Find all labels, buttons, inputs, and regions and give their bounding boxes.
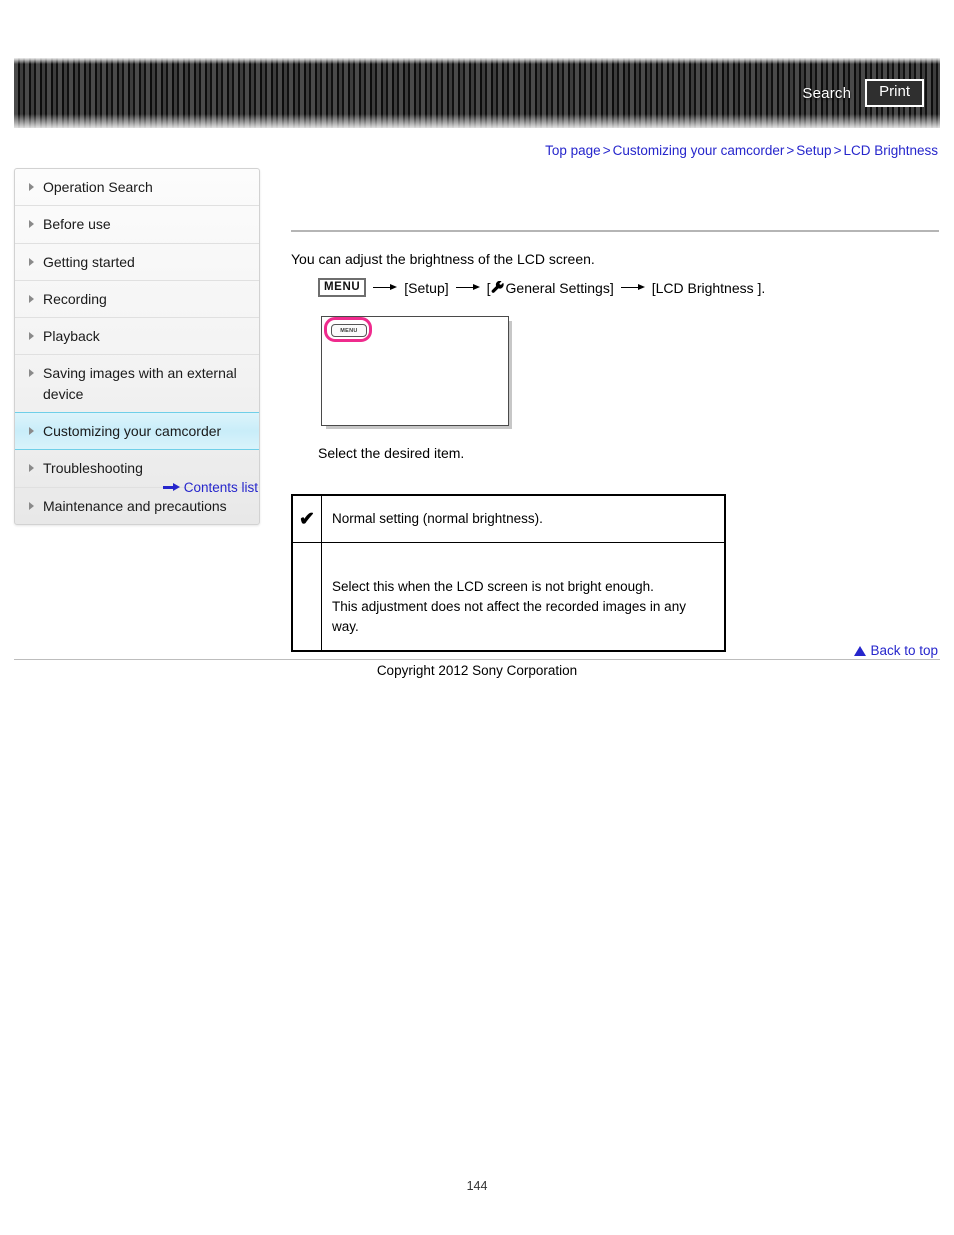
sidebar: Operation Search Before use Getting star…: [14, 168, 260, 525]
breadcrumb: Top page > Customizing your camcorder > Setu…: [545, 143, 938, 158]
sidebar-item-label: Saving images with an external device: [43, 365, 237, 402]
header-actions: Search Print: [802, 58, 924, 128]
header-banner: Search Print: [14, 58, 940, 128]
breadcrumb-separator: >: [786, 143, 795, 158]
lcd-menu-button[interactable]: MENU: [331, 324, 367, 338]
triangle-right-icon: [29, 501, 34, 510]
breadcrumb-item-customizing-your-camcorder[interactable]: Customizing your camcorder: [613, 143, 785, 158]
breadcrumb-separator: >: [833, 143, 842, 158]
triangle-right-icon: [29, 332, 34, 341]
menu-path: MENU [Setup] [ General Settings] [LCD Br…: [318, 278, 939, 298]
triangle-right-icon: [29, 183, 34, 191]
menu-path-step-general-settings: General Settings]: [505, 279, 614, 296]
print-button[interactable]: Print: [865, 79, 924, 107]
triangle-right-icon: [29, 257, 34, 266]
triangle-right-icon: [29, 294, 34, 303]
sidebar-item-label: Troubleshooting: [43, 460, 143, 477]
contents-list-label: Contents list: [183, 480, 258, 495]
menu-button-chip[interactable]: MENU: [318, 278, 367, 298]
back-to-top-label: Back to top: [870, 643, 938, 658]
menu-path-step-lcd-brightness: [LCD Brightness ].: [651, 279, 766, 296]
wrench-icon: [491, 280, 504, 293]
table-cell-text: Select this when the LCD screen is not b…: [332, 578, 686, 635]
sidebar-item-playback[interactable]: Playback: [15, 318, 259, 356]
table-row: ✔ Normal setting (normal brightness).: [291, 494, 726, 544]
copyright-text: Copyright 2012 Sony Corporation: [376, 663, 578, 678]
triangle-right-icon: [29, 369, 34, 378]
breadcrumb-item-setup[interactable]: Setup: [796, 143, 831, 158]
arrow-right-icon: [373, 283, 398, 293]
arrow-right-icon: [620, 283, 645, 293]
table-cell-description: Select this when the LCD screen is not b…: [321, 542, 726, 652]
table-cell-description: Normal setting (normal brightness).: [321, 494, 726, 544]
breadcrumb-separator: >: [602, 143, 611, 158]
sidebar-item-operation-search[interactable]: Operation Search: [15, 169, 259, 207]
options-table: ✔ Normal setting (normal brightness). Se…: [291, 494, 726, 653]
sidebar-item-label: Playback: [43, 328, 100, 345]
back-to-top-link[interactable]: Back to top: [854, 643, 938, 658]
select-item-instruction: Select the desired item.: [318, 445, 465, 462]
sidebar-item-getting-started[interactable]: Getting started: [15, 244, 259, 281]
content-divider: [291, 230, 939, 232]
page-number: 144: [466, 1179, 488, 1193]
menu-path-step-setup: [Setup]: [404, 279, 449, 296]
triangle-right-icon: [29, 220, 34, 229]
sidebar-item-label: Getting started: [43, 253, 135, 270]
search-link[interactable]: Search: [802, 85, 851, 102]
triangle-up-icon: [854, 645, 867, 656]
sidebar-item-recording[interactable]: Recording: [15, 281, 259, 319]
table-row: Select this when the LCD screen is not b…: [291, 542, 726, 652]
check-icon: ✔: [291, 494, 322, 544]
lcd-screen-figure: MENU: [321, 316, 509, 427]
arrow-right-icon: [455, 283, 480, 293]
sidebar-item-label: Operation Search: [43, 179, 153, 195]
triangle-right-icon: [29, 464, 34, 473]
triangle-right-icon: [29, 427, 34, 436]
sidebar-item-label: Customizing your camcorder: [43, 423, 222, 440]
sidebar-item-label: Recording: [43, 290, 107, 307]
breadcrumb-item-top-page[interactable]: Top page: [545, 143, 601, 158]
main-content: You can adjust the brightness of the LCD…: [291, 168, 939, 653]
intro-text: You can adjust the brightness of the LCD…: [291, 251, 595, 267]
mark-cell-empty: [291, 542, 322, 652]
sidebar-item-label: Before use: [43, 216, 111, 233]
sidebar-item-customizing-your-camcorder[interactable]: Customizing your camcorder: [15, 412, 259, 451]
arrow-right-icon: [162, 483, 180, 492]
footer-divider: [14, 659, 940, 660]
sidebar-item-before-use[interactable]: Before use: [15, 206, 259, 244]
sidebar-item-label: Maintenance and precautions: [43, 497, 227, 514]
contents-list-link[interactable]: Contents list: [14, 480, 258, 495]
breadcrumb-item-lcd-brightness[interactable]: LCD Brightness: [843, 143, 938, 158]
sidebar-item-saving-images-with-an-external-device[interactable]: Saving images with an external device: [15, 355, 259, 414]
lcd-screen-mock: MENU: [321, 316, 509, 427]
